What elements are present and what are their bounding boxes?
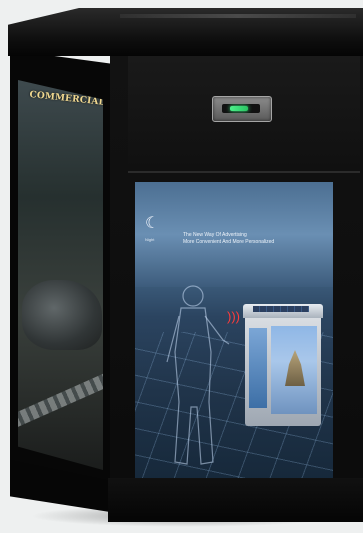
person-outline-illustration [166,285,230,465]
front-display: ☾ Night The New Way Of Advertising More … [135,182,333,482]
mode-label: Night [145,237,155,242]
smart-bin-cabinet: COMMERCIAL VALUE ☾ Night The New Way Of … [0,0,363,533]
product-bin-side-screen [249,328,267,408]
wave-signal-icon: ))) [227,309,240,324]
sensor-led-indicator [230,106,248,111]
solar-panel-icon [253,306,309,312]
side-display-road-stripe [18,362,103,432]
product-bin-illustration [243,304,323,432]
kiosk-photo: COMMERCIAL VALUE ☾ Night The New Way Of … [0,0,363,533]
product-bin-front-screen [271,326,317,414]
proximity-sensor [212,96,272,122]
sensor-window [222,104,260,113]
product-bin-lid [243,304,323,318]
display-tagline: The New Way Of Advertising More Convenie… [183,232,274,246]
product-bin-body [245,318,321,426]
side-display-car-image [22,280,102,350]
moon-icon: ☾ [145,215,160,232]
product-bin-landmark-image [285,350,305,386]
lid-highlight [120,14,356,18]
tagline-line-2: More Convenient And More Personalized [183,239,275,245]
cabinet-base [108,478,363,522]
tagline-line-1: The New Way Of Advertising [183,232,247,238]
side-display: COMMERCIAL VALUE [18,80,103,470]
